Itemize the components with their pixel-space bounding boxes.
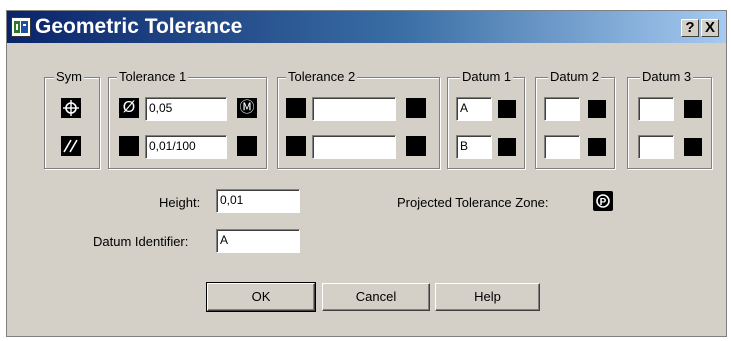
tolerance2-value-1[interactable] xyxy=(312,97,396,121)
parallelism-icon[interactable] xyxy=(61,136,81,156)
tolerance2-group: Tolerance 2 xyxy=(277,69,440,169)
sym-group-label: Sym xyxy=(54,69,84,85)
datum2-value-2[interactable] xyxy=(544,135,580,159)
geometric-tolerance-dialog: Geometric Tolerance ? X Sym Tolerance 1 … xyxy=(6,10,727,337)
datum-identifier-label: Datum Identifier: xyxy=(93,234,189,249)
datum2-group: Datum 2 xyxy=(535,69,615,169)
height-input[interactable]: 0,01 xyxy=(216,189,300,213)
help-button[interactable]: Help xyxy=(435,283,540,311)
svg-text:P: P xyxy=(600,197,607,208)
cancel-button[interactable]: Cancel xyxy=(322,283,430,311)
tolerance2-diameter-2[interactable] xyxy=(286,136,306,156)
window-title: Geometric Tolerance xyxy=(35,15,243,38)
datum3-material-1[interactable] xyxy=(684,100,702,118)
projected-tolerance-zone-icon[interactable]: P xyxy=(593,191,613,211)
datum3-group-label: Datum 3 xyxy=(640,69,694,85)
tolerance1-group-label: Tolerance 1 xyxy=(117,69,189,85)
app-icon xyxy=(11,17,31,37)
material-condition-2[interactable] xyxy=(237,136,257,156)
datum2-material-1[interactable] xyxy=(588,100,606,118)
tolerance2-material-1[interactable] xyxy=(406,98,426,118)
datum1-material-1[interactable] xyxy=(498,100,516,118)
material-condition-1[interactable]: Ⓜ xyxy=(237,98,257,118)
datum1-group-label: Datum 1 xyxy=(460,69,514,85)
tolerance2-value-2[interactable] xyxy=(312,135,396,159)
tolerance1-group: Tolerance 1 Ø 0,05 Ⓜ 0,01/100 xyxy=(108,69,267,169)
tolerance2-diameter-1[interactable] xyxy=(286,98,306,118)
ok-button[interactable]: OK xyxy=(206,282,316,312)
datum-identifier-input[interactable]: A xyxy=(216,229,300,253)
datum1-group: Datum 1 A B xyxy=(447,69,525,169)
datum3-value-1[interactable] xyxy=(638,97,674,121)
projected-tolerance-zone-label: Projected Tolerance Zone: xyxy=(397,195,549,210)
height-label: Height: xyxy=(159,195,201,210)
datum2-value-1[interactable] xyxy=(544,97,580,121)
datum2-group-label: Datum 2 xyxy=(548,69,602,85)
datum3-value-2[interactable] xyxy=(638,135,674,159)
tolerance1-value-2[interactable]: 0,01/100 xyxy=(145,135,227,159)
tolerance2-material-2[interactable] xyxy=(406,136,426,156)
close-button[interactable]: X xyxy=(701,19,719,37)
sym-group: Sym xyxy=(44,69,100,169)
datum1-value-1[interactable]: A xyxy=(456,97,492,121)
diameter-toggle-2[interactable] xyxy=(119,136,139,156)
position-icon[interactable] xyxy=(61,98,81,118)
diameter-toggle[interactable]: Ø xyxy=(119,98,139,118)
datum3-group: Datum 3 xyxy=(627,69,712,169)
datum1-material-2[interactable] xyxy=(498,138,516,156)
help-title-button[interactable]: ? xyxy=(681,19,699,37)
title-bar: Geometric Tolerance ? X xyxy=(7,11,726,43)
tolerance1-value-1[interactable]: 0,05 xyxy=(145,97,227,121)
datum3-material-2[interactable] xyxy=(684,138,702,156)
datum1-value-2[interactable]: B xyxy=(456,135,492,159)
tolerance2-group-label: Tolerance 2 xyxy=(286,69,358,85)
datum2-material-2[interactable] xyxy=(588,138,606,156)
